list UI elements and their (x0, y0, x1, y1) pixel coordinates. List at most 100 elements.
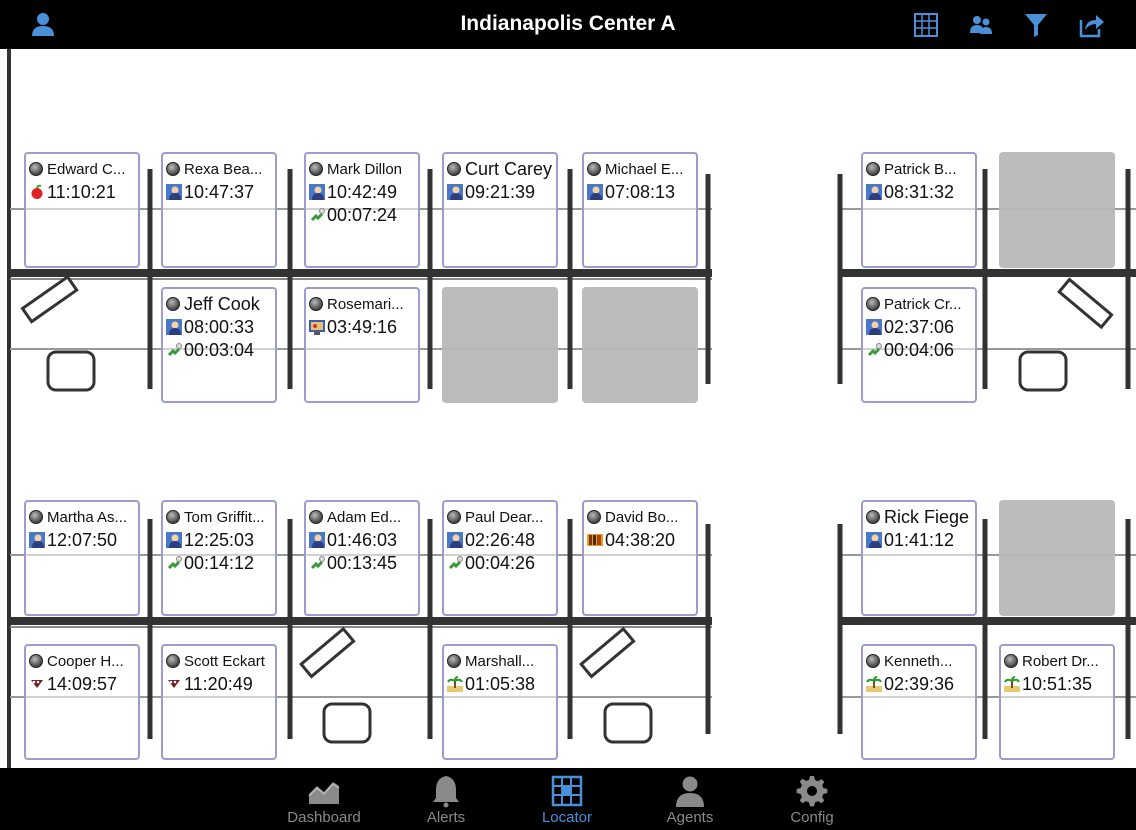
status-dot (447, 510, 461, 524)
floor-grid-icon[interactable] (911, 10, 941, 40)
seat-card[interactable]: Mark Dillon 10:42:49 00:07:24 (304, 152, 420, 268)
call-time: 00:13:45 (327, 552, 398, 573)
agent-phone-icon (447, 184, 463, 200)
agent-name: Martha As... (47, 508, 128, 526)
seat-card[interactable]: Edward C... 11:10:21 (24, 152, 140, 268)
agent-phone-icon (309, 184, 325, 200)
agent-name: Edward C... (47, 160, 126, 178)
agent-name: David Bo... (605, 508, 679, 526)
palm-tree-icon (866, 676, 882, 692)
apple-icon (31, 184, 43, 199)
agent-name: Curt Carey (465, 158, 553, 179)
state-time: 10:51:35 (1022, 673, 1093, 694)
tab-label: Config (790, 809, 834, 826)
seat-card[interactable]: Cooper H... 14:09:57 (24, 644, 140, 760)
tab-label: Locator (541, 809, 593, 826)
status-dot (866, 654, 880, 668)
state-time: 08:31:32 (884, 181, 955, 202)
status-dot (587, 510, 601, 524)
status-dot (1004, 654, 1018, 668)
tab-alerts[interactable]: Alerts (391, 768, 501, 830)
agent-phone-icon (166, 184, 182, 200)
seat-card[interactable]: Rosemari... 03:49:16 (304, 287, 420, 403)
agents-group-icon[interactable] (966, 10, 996, 40)
agent-phone-icon (866, 319, 882, 335)
status-dot (166, 297, 180, 311)
status-dot (447, 654, 461, 668)
empty-seat[interactable] (999, 500, 1115, 616)
seat-card[interactable]: Robert Dr... 10:51:35 (999, 644, 1115, 760)
agent-name: Mark Dillon (327, 160, 403, 178)
status-dot (29, 654, 43, 668)
agent-phone-icon (866, 184, 882, 200)
state-time: 09:21:39 (465, 181, 536, 202)
state-time: 14:09:57 (47, 673, 118, 694)
empty-seat[interactable] (999, 152, 1115, 268)
status-dot (587, 162, 601, 176)
filter-icon[interactable] (1021, 10, 1051, 40)
seat-card[interactable]: Marshall... 01:05:38 (442, 644, 558, 760)
seat-card[interactable]: Curt Carey 09:21:39 (442, 152, 558, 268)
seat-card[interactable]: Paul Dear... 02:26:48 00:04:26 (442, 500, 558, 616)
status-dot (29, 162, 43, 176)
top-bar: Indianapolis Center A (0, 0, 1136, 49)
seat-card[interactable]: Jeff Cook 08:00:33 00:03:04 (161, 287, 277, 403)
seat-card[interactable]: David Bo... 04:38:20 (582, 500, 698, 616)
agent-name: Cooper H... (47, 652, 124, 670)
seat-card[interactable]: Michael E... 07:08:13 (582, 152, 698, 268)
coffee-icon (168, 680, 180, 688)
tab-bar: Dashboard Alerts Locator Agents Config (0, 768, 1136, 830)
state-time: 02:39:36 (884, 673, 955, 694)
tab-locator[interactable]: Locator (512, 768, 622, 830)
state-time: 04:38:20 (605, 529, 676, 550)
state-time: 02:26:48 (465, 529, 536, 550)
agent-name: Rexa Bea... (184, 160, 263, 178)
handset-icon (310, 208, 325, 222)
seat-card[interactable]: Rexa Bea... 10:47:37 (161, 152, 277, 268)
empty-seat[interactable] (442, 287, 558, 403)
agent-name: Patrick Cr... (884, 295, 962, 313)
agent-name: Jeff Cook (184, 293, 260, 314)
status-dot (866, 510, 880, 524)
handset-icon (448, 556, 463, 570)
call-time: 00:04:26 (465, 552, 536, 573)
dashboard-icon (308, 782, 340, 804)
seat-card[interactable]: Martha As... 12:07:50 (24, 500, 140, 616)
state-time: 11:20:49 (184, 673, 253, 694)
floor-plan: Edward C... 11:10:21 Rexa Bea... 10:47:3… (0, 49, 1136, 768)
state-time: 03:49:16 (327, 316, 398, 337)
handset-icon (167, 556, 182, 570)
agent-name: Scott Eckart (184, 652, 265, 670)
agent-phone-icon (866, 532, 882, 548)
state-time: 07:08:13 (605, 181, 676, 202)
share-icon[interactable] (1076, 10, 1106, 40)
tab-label: Dashboard (287, 809, 361, 826)
seat-card[interactable]: Rick Fiege 01:41:12 (861, 500, 977, 616)
tab-dashboard[interactable]: Dashboard (269, 768, 379, 830)
state-time: 01:41:12 (884, 529, 955, 550)
handset-icon (310, 556, 325, 570)
call-time: 00:03:04 (184, 339, 255, 360)
books-icon (587, 534, 603, 546)
handset-icon (867, 343, 882, 357)
agent-phone-icon (587, 184, 603, 200)
state-time: 12:25:03 (184, 529, 255, 550)
tab-config[interactable]: Config (757, 768, 867, 830)
seat-card[interactable]: Patrick Cr... 02:37:06 00:04:06 (861, 287, 977, 403)
tab-label: Alerts (426, 809, 466, 826)
seat-card[interactable]: Kenneth... 02:39:36 (861, 644, 977, 760)
status-dot (309, 297, 323, 311)
gear-icon (796, 776, 828, 807)
seat-card[interactable]: Adam Ed... 01:46:03 00:13:45 (304, 500, 420, 616)
seat-card[interactable]: Scott Eckart 11:20:49 (161, 644, 277, 760)
seat-card[interactable]: Patrick B... 08:31:32 (861, 152, 977, 268)
empty-seat[interactable] (582, 287, 698, 403)
state-time: 11:10:21 (47, 181, 116, 202)
tab-agents[interactable]: Agents (635, 768, 745, 830)
call-time: 00:04:06 (884, 339, 955, 360)
computer-icon (309, 320, 325, 335)
agent-phone-icon (166, 532, 182, 548)
status-dot (166, 162, 180, 176)
agent-name: Rosemari... (327, 295, 404, 313)
seat-card[interactable]: Tom Griffit... 12:25:03 00:14:12 (161, 500, 277, 616)
